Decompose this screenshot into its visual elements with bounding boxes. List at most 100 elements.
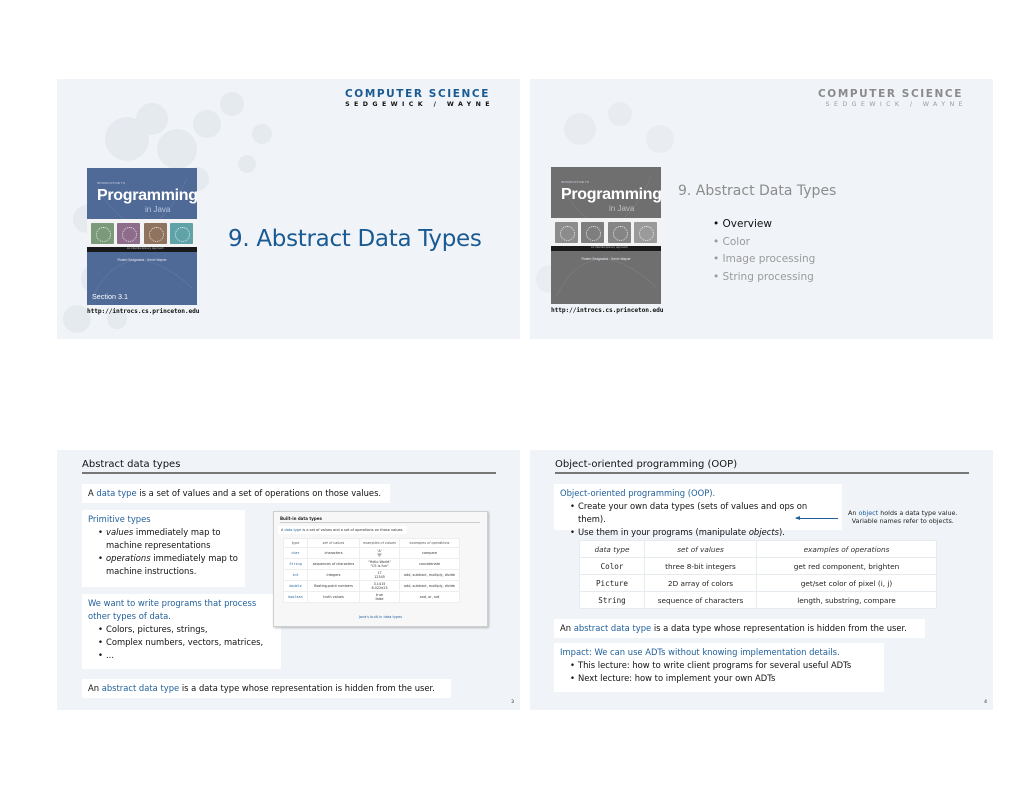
brand-subtitle: SEDGEWICK / WAYNE — [825, 101, 967, 108]
brand-logo: COMPUTER SCIENCE SEDGEWICK / WAYNE — [818, 88, 963, 109]
impact-title: Impact: We can use ADTs without knowing … — [560, 647, 840, 657]
examples-cell: true false — [359, 591, 400, 603]
cover-tile-1 — [554, 221, 578, 243]
cover-tile-2 — [117, 222, 141, 244]
values-cell: integers — [307, 569, 360, 581]
cover-images — [87, 219, 197, 247]
book-title: Programming — [561, 186, 661, 203]
definition-term: data type — [96, 488, 137, 498]
type-cell: String — [283, 558, 308, 570]
primitive-types-box: Primitive types values immediately map t… — [82, 510, 245, 587]
adt-table-row: Picture 2D array of colors get/set color o… — [579, 574, 937, 592]
definition-post: is a set of values and a set of operatio… — [136, 488, 382, 498]
book-subtitle: in Java — [145, 205, 171, 214]
book-authors: Robert Sedgewick · Kevin Wayne — [117, 258, 167, 262]
outline-item-color[interactable]: Color — [713, 234, 815, 252]
cover-tile-2 — [581, 221, 605, 243]
book-tagline: An Interdisciplinary Approach — [127, 247, 164, 250]
page-number: 3 — [511, 700, 514, 705]
other-bullet: Colors, pictures, strings, — [98, 623, 275, 636]
bullet-emphasis: values — [106, 527, 134, 537]
builtin-desc-post: is a set of values and a set of operatio… — [301, 528, 404, 532]
operations-cell: concatenate — [399, 558, 460, 570]
book-intro: INTRODUCTION TO — [97, 182, 126, 185]
book-url[interactable]: http://introcs.cs.princeton.edu — [551, 307, 663, 314]
data-type-definition: A data type is a set of values and a set… — [82, 484, 390, 503]
builtin-table: type set of values examples of values ex… — [283, 538, 460, 603]
type-cell: int — [283, 569, 308, 581]
col-header: set of values — [307, 538, 360, 548]
col-header: examples of operations — [756, 540, 937, 558]
builtin-caption[interactable]: Java's built-in data types — [274, 615, 487, 619]
bullet-text: Use them in your programs (manipulate — [578, 527, 749, 537]
operations-cell: get red component, brighten — [756, 557, 937, 575]
examples-cell: 3.1415 6.022e23 — [359, 580, 400, 592]
adt-pre: An — [560, 623, 574, 633]
oop-bullet: Create your own data types (sets of valu… — [570, 500, 836, 526]
slide-heading: Object-oriented programming (OOP) — [555, 459, 969, 474]
values-cell: characters — [307, 547, 360, 559]
impact-bullet: Next lecture: how to implement your own … — [570, 672, 878, 685]
type-cell: boolean — [283, 591, 308, 603]
book-tagline: An Interdisciplinary Approach — [591, 246, 628, 249]
book-authors: Robert Sedgewick · Kevin Wayne — [581, 257, 631, 261]
other-bullet: ... — [98, 649, 275, 662]
builtin-table-row: char characters 'A' '@' compare — [283, 547, 460, 559]
primitive-types-title: Primitive types — [88, 514, 151, 524]
adt-post: is a data type whose representation is h… — [651, 623, 907, 633]
outline-item-image-processing[interactable]: Image processing — [713, 251, 816, 269]
set-of-values-cell: three 8-bit integers — [644, 557, 757, 575]
builtin-desc-term: data type — [284, 528, 302, 532]
values-cell: truth values — [307, 591, 360, 603]
object-annotation: An object holds a data type value. Varia… — [848, 509, 958, 525]
operations-cell: length, substring, compare — [756, 591, 937, 609]
other-types-box: We want to write programs that process o… — [82, 594, 281, 669]
builtin-table-row: String sequences of characters "Hello Worl… — [283, 558, 460, 570]
cover-images — [551, 218, 661, 246]
oop-bullet: Use them in your programs (manipulate ob… — [570, 526, 836, 539]
other-types-title: We want to write programs that process o… — [88, 598, 257, 621]
oop-box: Object-oriented programming (OOP). Creat… — [554, 484, 842, 537]
cover-tile-4 — [170, 222, 194, 244]
oop-title: Object-oriented programming (OOP). — [560, 488, 716, 498]
book-title: Programming — [97, 187, 197, 204]
book-url[interactable]: http://introcs.cs.princeton.edu — [87, 308, 199, 315]
builtin-table-body: char characters 'A' '@' compare String sequen… — [283, 547, 460, 603]
primitive-types-list: values immediately map to machine repres… — [88, 526, 239, 578]
bullet-emphasis: operations — [106, 553, 151, 563]
outline-item-overview[interactable]: Overview — [713, 216, 815, 234]
col-header: examples of values — [359, 538, 400, 548]
adt-pre: An — [88, 683, 102, 693]
adt-table-row: Color three 8-bit integers get red compone… — [579, 557, 937, 575]
slide-2-outline: COMPUTER SCIENCE SEDGEWICK / WAYNE INTRO… — [530, 79, 993, 339]
outline-item-string-processing[interactable]: String processing — [713, 269, 815, 287]
builtin-table-row: boolean truth values true false and, or, no… — [283, 591, 460, 603]
values-cell: floating-point numbers — [307, 580, 360, 592]
builtin-description: A data type is a set of values and a set… — [278, 526, 407, 534]
annotation-line-1: An object holds a data type value. — [848, 509, 958, 517]
builtin-table-row: int integers 17 12345 add, subtract, multip… — [283, 569, 460, 581]
data-type-cell: Picture — [579, 574, 645, 592]
operations-cell: and, or, not — [399, 591, 460, 603]
cover-tile-3 — [607, 221, 631, 243]
builtin-heading: Built-in data types — [280, 516, 480, 523]
annotation-post: holds a data type value. — [878, 509, 958, 517]
col-header: data type — [579, 540, 645, 558]
primitive-bullet: values immediately map to machine repres… — [98, 526, 239, 552]
data-type-cell: String — [579, 591, 645, 609]
book-section: Section 3.1 — [92, 292, 128, 301]
builtin-header-row: type set of values examples of values ex… — [283, 538, 460, 548]
oop-table-body: Color three 8-bit integers get red compone… — [579, 557, 937, 609]
book-intro: INTRODUCTION TO — [561, 181, 590, 184]
examples-cell: 17 12345 — [359, 569, 400, 581]
annotation-pre: An — [848, 509, 859, 517]
brand-title: COMPUTER SCIENCE — [345, 88, 490, 100]
adt-definition: An abstract data type is a data type who… — [554, 619, 925, 638]
book-cover: INTRODUCTION TO Programming in Java An I… — [87, 168, 197, 305]
cover-band: An Interdisciplinary Approach — [87, 247, 197, 252]
operations-cell: add, subtract, multiply, divide — [399, 580, 460, 592]
data-type-cell: Color — [579, 557, 645, 575]
adt-table-row: String sequence of characters length, subs… — [579, 591, 937, 609]
set-of-values-cell: 2D array of colors — [644, 574, 757, 592]
impact-box: Impact: We can use ADTs without knowing … — [554, 643, 884, 692]
